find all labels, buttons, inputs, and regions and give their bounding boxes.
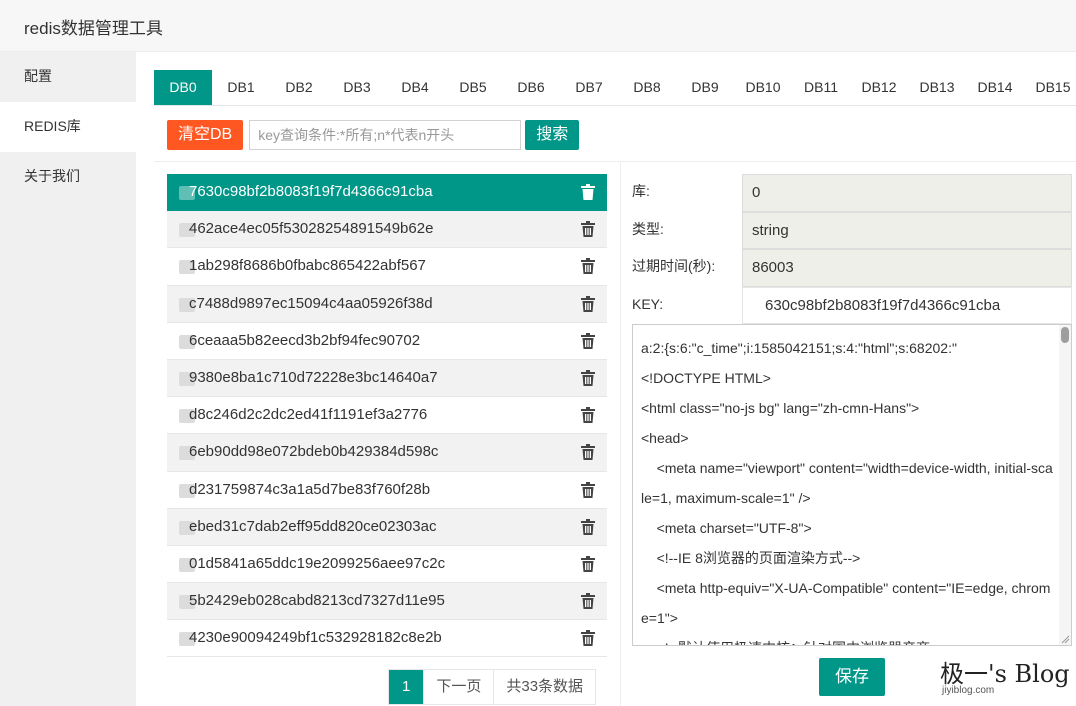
trash-icon[interactable]	[581, 518, 595, 535]
top-header: redis数据管理工具	[0, 0, 1076, 52]
trash-icon[interactable]	[581, 481, 595, 498]
key-row[interactable]: 01d5841a65ddc19e2099256aee97c2c	[167, 546, 607, 584]
app-window: redis数据管理工具 配置 REDIS库 关于我们 DB0 DB1 DB2 DB3 D…	[0, 0, 1076, 706]
key-name: d8c246d2c2dc2ed41f1191ef3a2776	[189, 406, 428, 424]
key-name: 5b2429eb028cabd8213cd7327d11e95	[189, 592, 445, 610]
watermark-subtitle: jiyiblog.com	[942, 685, 995, 696]
trash-icon[interactable]	[581, 555, 595, 572]
scrollbar-track[interactable]	[1059, 325, 1071, 645]
tab-db3[interactable]: DB3	[328, 70, 386, 105]
key-value[interactable]: 630c98bf2b8083f19f7d4366c91cba	[742, 286, 1072, 324]
value-content[interactable]: a:2:{s:6:"c_time";i:1585042151;s:4:"html…	[641, 333, 1053, 645]
key-row[interactable]: 6ceaaa5b82eecd3b2bf94fec90702	[167, 323, 607, 360]
sidebar-item-config[interactable]: 配置	[0, 52, 136, 102]
key-name: 01d5841a65ddc19e2099256aee97c2c	[189, 554, 446, 572]
main-panel: DB0 DB1 DB2 DB3 DB4 DB5 DB6 DB7 DB8 DB9 DB10 DB11 DB…	[136, 52, 1076, 706]
tab-db11[interactable]: DB11	[792, 70, 850, 105]
tab-db2[interactable]: DB2	[270, 70, 328, 105]
key-name: 6ceaaa5b82eecd3b2bf94fec90702	[189, 331, 421, 349]
key-name: 462ace4ec05f53028254891549b62e	[189, 220, 434, 238]
tab-db14[interactable]: DB14	[966, 70, 1024, 105]
search-button[interactable]: 搜索	[525, 120, 580, 150]
key-name: 4230e90094249bf1c532928182c8e2b	[189, 629, 442, 647]
divider	[620, 162, 621, 706]
key-row[interactable]: 5b2429eb028cabd8213cd7327d11e95	[167, 583, 607, 621]
key-name: 7630c98bf2b8083f19f7d4366c91cba	[189, 183, 433, 200]
search-input[interactable]	[249, 120, 522, 150]
tab-db9[interactable]: DB9	[676, 70, 734, 105]
trash-icon[interactable]	[581, 444, 595, 461]
tab-db10[interactable]: DB10	[734, 70, 792, 105]
total-count: 共33条数据	[493, 670, 595, 704]
tab-db7[interactable]: DB7	[560, 70, 618, 105]
trash-icon[interactable]	[581, 258, 595, 275]
page-current[interactable]: 1	[389, 670, 424, 704]
type-value: string	[742, 211, 1072, 249]
key-field: KEY: 630c98bf2b8083f19f7d4366c91cba	[632, 286, 1076, 324]
trash-icon[interactable]	[581, 593, 595, 610]
value-textarea[interactable]: a:2:{s:6:"c_time";i:1585042151;s:4:"html…	[632, 324, 1072, 646]
type-label: 类型:	[632, 220, 664, 237]
key-row[interactable]: d8c246d2c2dc2ed41f1191ef3a2776	[167, 397, 607, 435]
watermark-title: 极一's Blog	[940, 660, 1070, 688]
pagination: 1 下一页 共33条数据	[388, 669, 597, 705]
key-name: 9380e8ba1c710d72228e3bc14640a7	[189, 368, 438, 386]
tab-db12[interactable]: DB12	[850, 70, 908, 105]
tab-db6[interactable]: DB6	[502, 70, 560, 105]
tab-db1[interactable]: DB1	[212, 70, 270, 105]
key-row[interactable]: 462ace4ec05f53028254891549b62e	[167, 211, 607, 249]
detail-panel: 库: 0 类型: string 过期时间(秒): 86003 KEY: 630c…	[632, 174, 1076, 646]
key-row[interactable]: 7630c98bf2b8083f19f7d4366c91cba	[167, 174, 607, 212]
tab-db4[interactable]: DB4	[386, 70, 444, 105]
ttl-field: 过期时间(秒): 86003	[632, 249, 1076, 287]
key-list: 7630c98bf2b8083f19f7d4366c91cba 462ace4ec…	[167, 174, 607, 658]
sidebar: 配置 REDIS库 关于我们	[0, 52, 136, 706]
db-value: 0	[742, 174, 1072, 212]
trash-icon[interactable]	[581, 221, 595, 238]
watermark: 极一's Blog jiyiblog.com	[940, 652, 1076, 702]
db-field: 库: 0	[632, 174, 1076, 212]
tab-db0[interactable]: DB0	[154, 70, 212, 105]
scrollbar-thumb[interactable]	[1061, 327, 1069, 343]
key-label: KEY:	[632, 295, 664, 312]
ttl-label: 过期时间(秒):	[632, 258, 716, 274]
resize-grip-icon[interactable]	[1060, 634, 1070, 644]
trash-icon[interactable]	[581, 184, 595, 200]
tab-db8[interactable]: DB8	[618, 70, 676, 105]
key-name: c7488d9897ec15094c4aa05926f38d	[189, 294, 433, 312]
clear-db-button[interactable]: 清空DB	[167, 120, 244, 150]
trash-icon[interactable]	[581, 630, 595, 647]
app-title: redis数据管理工具	[24, 19, 163, 38]
key-row[interactable]: ebed31c7dab2eff95dd820ce02303ac	[167, 508, 607, 546]
key-row[interactable]: d231759874c3a1a5d7be83f760f28b	[167, 472, 607, 509]
key-row[interactable]: c7488d9897ec15094c4aa05926f38d	[167, 285, 607, 323]
sidebar-item-redis[interactable]: REDIS库	[0, 102, 136, 152]
key-row[interactable]: 9380e8ba1c710d72228e3bc14640a7	[167, 359, 607, 398]
sidebar-item-about[interactable]: 关于我们	[0, 152, 136, 202]
key-name: 6eb90dd98e072bdeb0b429384d598c	[189, 443, 439, 461]
db-tabs: DB0 DB1 DB2 DB3 DB4 DB5 DB6 DB7 DB8 DB9 DB10 DB11 DB…	[154, 70, 1076, 106]
toolbar: 清空DB 搜索	[167, 120, 580, 150]
tab-db13[interactable]: DB13	[908, 70, 966, 105]
trash-icon[interactable]	[581, 407, 595, 424]
tab-db5[interactable]: DB5	[444, 70, 502, 105]
next-page-button[interactable]: 下一页	[423, 670, 493, 704]
db-label: 库:	[632, 183, 650, 199]
trash-icon[interactable]	[581, 295, 595, 312]
ttl-value: 86003	[742, 249, 1072, 287]
key-row[interactable]: 1ab298f8686b0fbabc865422abf567	[167, 248, 607, 286]
key-name: d231759874c3a1a5d7be83f760f28b	[189, 480, 431, 498]
trash-icon[interactable]	[581, 369, 595, 386]
type-field: 类型: string	[632, 211, 1076, 249]
key-row[interactable]: 6eb90dd98e072bdeb0b429384d598c	[167, 434, 607, 472]
save-button[interactable]: 保存	[819, 658, 885, 696]
trash-icon[interactable]	[581, 332, 595, 349]
tab-db15[interactable]: DB15	[1024, 70, 1076, 105]
key-name: 1ab298f8686b0fbabc865422abf567	[189, 257, 426, 275]
key-name: ebed31c7dab2eff95dd820ce02303ac	[189, 517, 437, 535]
divider	[154, 161, 1076, 162]
key-row[interactable]: 4230e90094249bf1c532928182c8e2b	[167, 620, 607, 658]
